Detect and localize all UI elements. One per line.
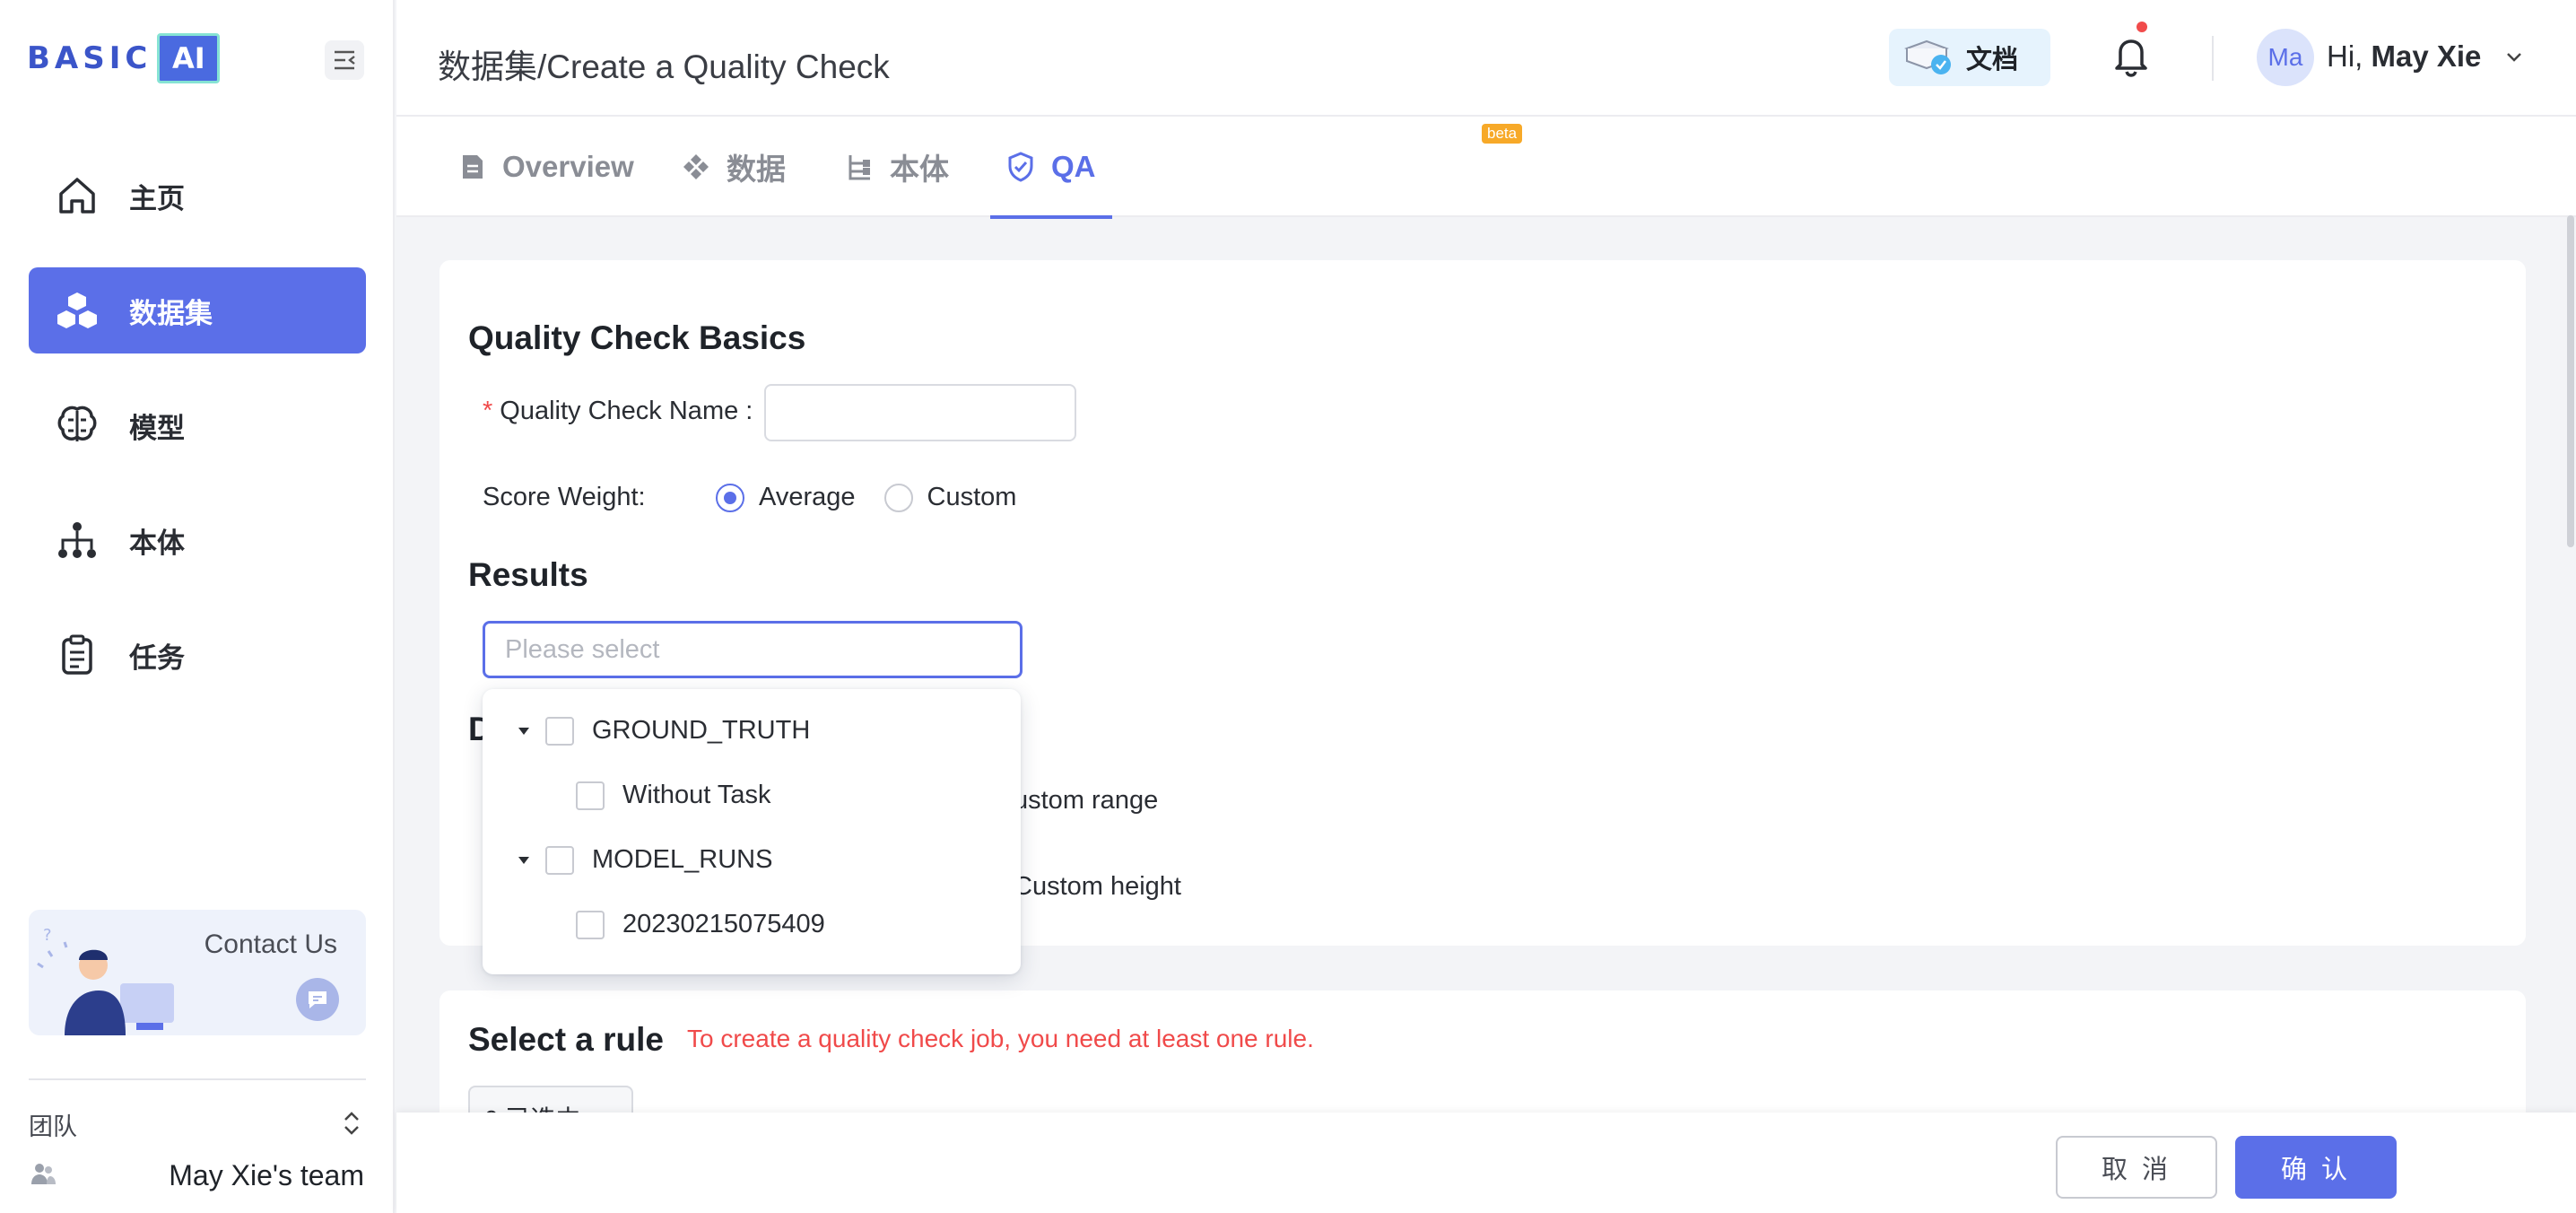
rule-warning-text: To create a quality check job, you need …	[687, 1025, 1314, 1052]
logo-ai-badge: AI	[157, 33, 221, 83]
tree-node-without-task[interactable]: Without Task	[576, 781, 770, 810]
support-illustration: ?	[37, 926, 174, 1035]
tab-label: 本体	[890, 153, 949, 186]
caret-down-icon[interactable]	[515, 851, 533, 869]
user-name: May Xie	[2371, 39, 2482, 73]
team-users-icon	[31, 1164, 56, 1184]
cubes-icon	[54, 287, 100, 334]
sidebar-item-tasks[interactable]: 任务	[29, 612, 366, 698]
tree-checkbox[interactable]	[576, 910, 605, 939]
hierarchy-icon	[54, 517, 100, 563]
sidebar-item-label: 主页	[129, 182, 185, 214]
tree-node-label: 20230215075409	[622, 910, 825, 938]
notification-dot	[2137, 22, 2147, 32]
sidebar-divider	[29, 1078, 366, 1080]
avatar[interactable]: Ma	[2257, 29, 2314, 86]
tab-ontology[interactable]: 本体	[845, 117, 949, 217]
tree-node-ground-truth[interactable]: GROUND_TRUTH	[515, 716, 810, 746]
contact-us-card[interactable]: ? Contact Us	[29, 910, 366, 1035]
required-asterisk: *	[483, 397, 493, 425]
tree-node-model-run-item[interactable]: 20230215075409	[576, 910, 825, 939]
score-weight-label: Score Weight:	[483, 483, 646, 511]
tab-data[interactable]: 数据	[682, 117, 786, 217]
section-title-results: Results	[468, 556, 588, 593]
radio-custom[interactable]	[883, 483, 913, 512]
sidebar-item-label: 数据集	[129, 297, 213, 329]
confirm-button[interactable]: 确 认	[2235, 1136, 2397, 1199]
docs-label: 文档	[1966, 46, 2019, 74]
sidebar-nav: 主页 数据集 模型 本体 任务	[29, 153, 366, 727]
radio-average-label[interactable]: Average	[759, 483, 856, 512]
form-footer: 取 消 确 认	[396, 1113, 2576, 1213]
contact-us-title: Contact Us	[204, 929, 337, 959]
logo-text: BASIC	[27, 40, 152, 76]
tab-label: 数据	[727, 153, 786, 186]
header-separator	[2212, 36, 2214, 81]
radio-average[interactable]	[716, 483, 744, 512]
tree-structure-icon	[845, 153, 874, 181]
sidebar-item-label: 本体	[129, 527, 185, 559]
home-icon	[54, 172, 100, 219]
name-label-text: Quality Check Name :	[500, 397, 753, 425]
docs-button[interactable]: 文档	[1889, 29, 2050, 86]
clipboard-icon	[54, 632, 100, 678]
top-header: 数据集/Create a Quality Check 文档 Ma Hi, May…	[396, 0, 2576, 117]
shield-check-icon	[1006, 152, 1035, 182]
main-scrollbar[interactable]	[2567, 215, 2574, 1113]
tab-qa[interactable]: QA	[990, 117, 1111, 219]
brain-icon	[54, 402, 100, 449]
team-switch-chevron-icon[interactable]	[339, 1109, 364, 1138]
svg-text:?: ?	[43, 926, 52, 945]
results-tree-dropdown: GROUND_TRUTH Without Task MODEL_RUNS 202…	[483, 689, 1021, 974]
custom-height-option-label[interactable]: Custom height	[1014, 872, 1181, 902]
tab-overview[interactable]: Overview	[457, 117, 634, 217]
tree-checkbox[interactable]	[545, 716, 574, 746]
score-weight-radio-group: Average Custom	[716, 483, 1045, 512]
book-icon	[1904, 39, 1951, 74]
notification-bell-icon[interactable]	[2106, 31, 2156, 81]
document-icon	[457, 153, 486, 181]
tree-node-label: Without Task	[622, 781, 771, 809]
breadcrumb: 数据集/Create a Quality Check	[438, 48, 890, 85]
sidebar-item-datasets[interactable]: 数据集	[29, 267, 366, 353]
tree-node-label: GROUND_TRUTH	[592, 716, 811, 745]
chat-bubble-icon	[309, 991, 326, 1008]
team-label: 团队	[29, 1113, 77, 1140]
quality-check-name-label: * Quality Check Name :	[483, 397, 753, 426]
results-search-input[interactable]	[505, 634, 1007, 665]
tree-node-label: MODEL_RUNS	[592, 845, 773, 874]
beta-badge: beta	[1482, 124, 1523, 144]
section-title-rules: Select a rule	[468, 1021, 665, 1058]
user-greeting[interactable]: Hi, May Xie	[2327, 39, 2481, 74]
basicai-logo[interactable]: BASIC AI	[27, 31, 221, 86]
diamond-grid-icon	[682, 153, 710, 181]
sidebar-item-label: 模型	[129, 412, 185, 444]
sidebar: BASIC AI 主页 数据集 模型 本体 任务 ? Contact Us 团队…	[0, 0, 395, 1213]
sidebar-item-models[interactable]: 模型	[29, 382, 366, 468]
collapse-menu-icon	[335, 50, 355, 70]
chat-bubble-button[interactable]	[296, 978, 339, 1021]
tree-checkbox[interactable]	[545, 845, 574, 875]
sidebar-item-label: 任务	[129, 641, 185, 674]
section-title-basics: Quality Check Basics	[468, 319, 806, 356]
scrollbar-thumb[interactable]	[2567, 215, 2574, 547]
chevron-down-icon[interactable]	[2504, 47, 2524, 66]
tree-node-model-runs[interactable]: MODEL_RUNS	[515, 845, 772, 875]
greeting-prefix: Hi,	[2327, 39, 2363, 73]
team-name[interactable]: May Xie's team	[169, 1159, 364, 1192]
radio-custom-label[interactable]: Custom	[927, 483, 1017, 512]
tree-checkbox[interactable]	[576, 781, 605, 810]
quality-check-name-input[interactable]	[764, 384, 1076, 441]
cancel-button[interactable]: 取 消	[2056, 1136, 2217, 1199]
caret-down-icon[interactable]	[515, 722, 533, 740]
tab-label: Overview	[502, 150, 634, 183]
results-select[interactable]	[483, 621, 1023, 678]
custom-range-option-label[interactable]: ustom range	[1014, 786, 1158, 816]
dataset-tabs: Overview 数据 本体 QA beta	[396, 117, 2576, 219]
collapse-sidebar-button[interactable]	[325, 40, 364, 80]
tab-label: QA	[1051, 150, 1096, 183]
sidebar-item-home[interactable]: 主页	[29, 153, 366, 239]
sidebar-item-ontology[interactable]: 本体	[29, 497, 366, 583]
